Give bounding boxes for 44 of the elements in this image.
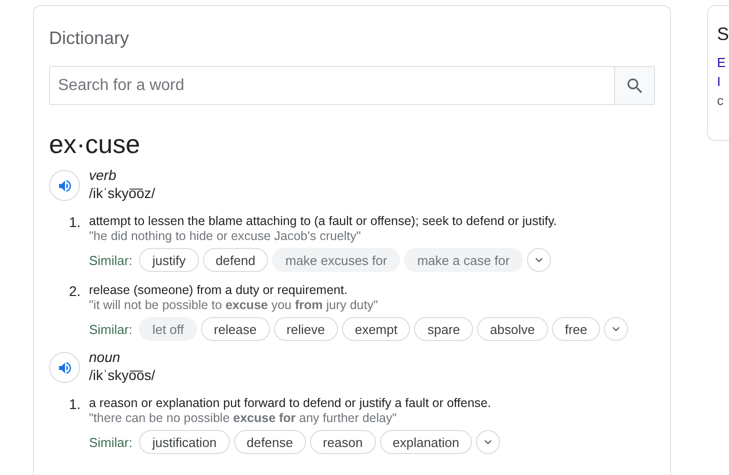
search-field[interactable]: Search for a word — [49, 66, 614, 105]
speaker-icon — [56, 178, 72, 194]
synonym-chip[interactable]: free — [552, 317, 600, 341]
synonym-chip[interactable]: let off — [139, 317, 197, 341]
synonym-chip[interactable]: explanation — [380, 430, 472, 454]
definition: attempt to lessen the blame attaching to (a fault or offense); seek to defend or justify. — [89, 214, 557, 229]
definition: release (someone) from a duty or requirement. — [89, 283, 348, 298]
sense-number: 1. — [69, 396, 82, 414]
synonym-chip[interactable]: defend — [202, 248, 268, 272]
pronunciation-audio-button[interactable] — [49, 352, 80, 383]
side-card-text: E — [717, 54, 727, 72]
card-title: Dictionary — [49, 28, 130, 49]
definition: a reason or explanation put forward to defend or justify a fault or offense. — [89, 396, 492, 411]
similar-label: Similar: — [89, 322, 132, 336]
headword: ex·cuse — [49, 129, 142, 159]
synonym-chip[interactable]: make a case for — [404, 248, 523, 272]
synonym-chip[interactable]: make excuses for — [272, 248, 400, 272]
part-of-speech: noun — [89, 349, 122, 366]
synonym-chip[interactable]: justify — [139, 248, 199, 272]
pronunciation-audio-button[interactable] — [49, 170, 80, 201]
synonym-chip[interactable]: exempt — [342, 317, 410, 341]
synonym-chip[interactable]: defense — [234, 430, 306, 454]
synonym-chip[interactable]: absolve — [477, 317, 548, 341]
synonym-chip[interactable]: justification — [139, 430, 230, 454]
similar-label: Similar: — [89, 252, 132, 268]
similar-label: Similar: — [89, 434, 132, 450]
example-sentence: "there can be no possible excuse for any further delay" — [89, 411, 398, 426]
sense-number: 2. — [69, 283, 82, 301]
pronunciation: /ikˈskyo͞oz/ — [89, 184, 156, 203]
side-card-text: I — [717, 73, 722, 91]
synonym-chip[interactable]: relieve — [274, 317, 338, 341]
side-card-text: c — [717, 92, 724, 110]
speaker-icon — [56, 360, 72, 376]
synonym-chip[interactable]: spare — [414, 317, 474, 341]
synonym-chip[interactable]: release — [200, 317, 270, 341]
example-sentence: "he did nothing to hide or excuse Jacob's cruelty" — [89, 229, 362, 244]
search-icon — [624, 76, 644, 96]
pronunciation: /ikˈskyo͞os/ — [89, 366, 156, 385]
example-sentence: "it will not be possible to excuse you from jury duty" — [89, 298, 379, 313]
side-card-title: S — [717, 24, 729, 45]
synonym-chip[interactable]: reason — [310, 430, 376, 454]
sense-number: 1. — [69, 214, 82, 232]
search-button[interactable] — [614, 66, 655, 105]
part-of-speech: verb — [89, 167, 118, 184]
